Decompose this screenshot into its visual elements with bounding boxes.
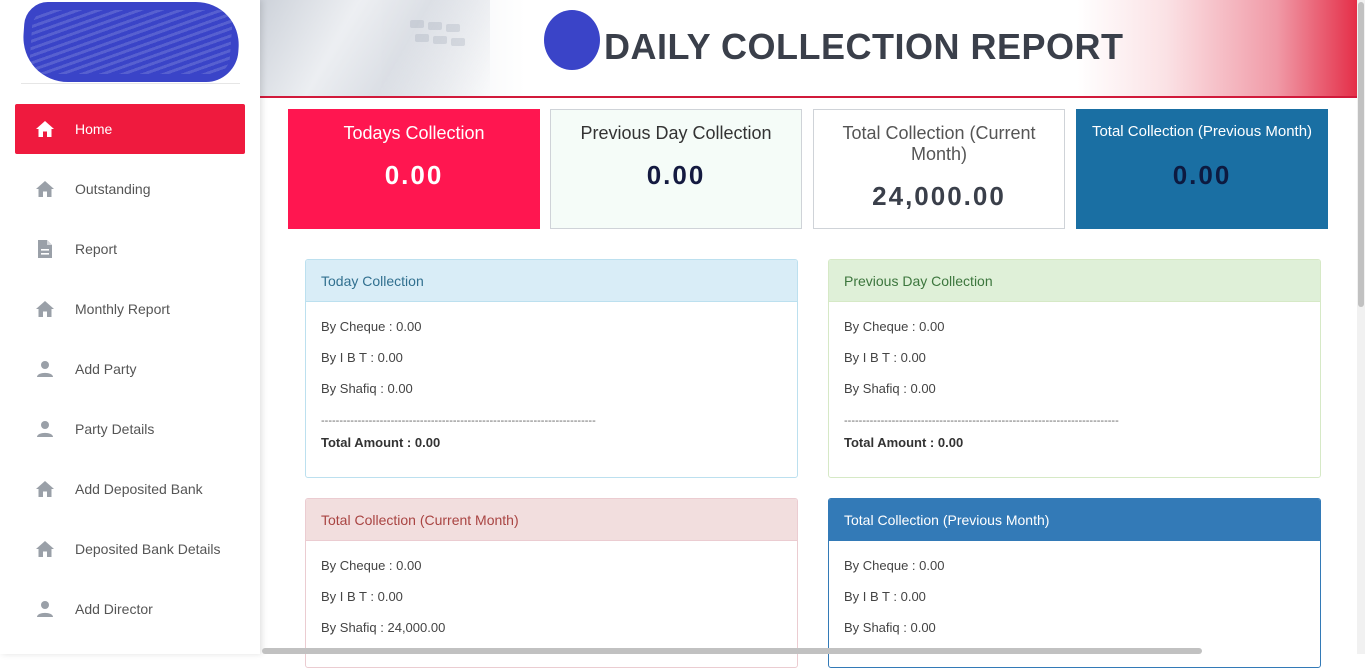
panel-total-current-month: Total Collection (Current Month) By Cheq… [305, 498, 798, 668]
calculator-key [428, 22, 442, 30]
horizontal-scrollbar-thumb[interactable] [262, 648, 1202, 654]
sidebar-nav: Home Outstanding Report Monthly Report A… [15, 104, 245, 644]
separator-line: ----------------------------------------… [321, 413, 606, 435]
sidebar-item-report[interactable]: Report [15, 224, 245, 274]
logo-redacted-image [20, 2, 242, 82]
sidebar-item-label: Monthly Report [75, 301, 170, 317]
stat-card-title: Todays Collection [289, 123, 539, 144]
sidebar: Home Outstanding Report Monthly Report A… [0, 0, 260, 654]
sidebar-item-label: Add Deposited Bank [75, 481, 203, 497]
calculator-key [446, 24, 460, 32]
sidebar-item-add-deposited-bank[interactable]: Add Deposited Bank [15, 464, 245, 514]
calculator-key [451, 38, 465, 46]
by-ibt-text: By I B T : 0.00 [844, 586, 1305, 617]
sidebar-item-home[interactable]: Home [15, 104, 245, 154]
panel-heading: Total Collection (Current Month) [306, 499, 797, 541]
home-icon [35, 479, 55, 499]
person-icon [35, 599, 55, 619]
company-logo[interactable] [21, 0, 240, 84]
panel-body: By Cheque : 0.00 By I B T : 0.00 By Shaf… [829, 302, 1320, 450]
separator-line: ----------------------------------------… [844, 413, 1129, 435]
panel-body: By Cheque : 0.00 By I B T : 0.00 By Shaf… [306, 302, 797, 450]
sidebar-item-monthly-report[interactable]: Monthly Report [15, 284, 245, 334]
calculator-key [410, 20, 424, 28]
total-amount-text: Total Amount : 0.00 [844, 435, 1305, 450]
calculator-key [433, 36, 447, 44]
panel-today-collection: Today Collection By Cheque : 0.00 By I B… [305, 259, 798, 478]
home-icon [35, 119, 55, 139]
home-icon [35, 539, 55, 559]
calculator-photo [260, 0, 490, 98]
by-cheque-text: By Cheque : 0.00 [321, 555, 782, 586]
stat-card-title: Previous Day Collection [551, 123, 801, 144]
sidebar-item-add-director[interactable]: Add Director [15, 584, 245, 634]
home-icon [35, 179, 55, 199]
stat-card-value: 24,000.00 [814, 181, 1064, 212]
by-ibt-text: By I B T : 0.00 [844, 347, 1305, 378]
sidebar-item-label: Add Party [75, 361, 136, 377]
panel-heading: Today Collection [306, 260, 797, 302]
by-shafiq-text: By Shafiq : 0.00 [844, 617, 1305, 648]
stat-card-title: Total Collection (Previous Month) [1077, 123, 1327, 140]
header-logo-redacted [544, 10, 600, 70]
sidebar-item-label: Add Director [75, 601, 153, 617]
by-cheque-text: By Cheque : 0.00 [844, 316, 1305, 347]
page-title: DAILY COLLECTION REPORT [604, 26, 1124, 68]
by-shafiq-text: By Shafiq : 0.00 [321, 378, 782, 409]
sidebar-item-label: Deposited Bank Details [75, 541, 221, 557]
by-ibt-text: By I B T : 0.00 [321, 586, 782, 617]
sidebar-item-outstanding[interactable]: Outstanding [15, 164, 245, 214]
vertical-scrollbar-thumb[interactable] [1358, 2, 1364, 307]
horizontal-scrollbar[interactable] [260, 648, 1365, 654]
panel-heading: Previous Day Collection [829, 260, 1320, 302]
sidebar-item-label: Party Details [75, 421, 154, 437]
home-icon [35, 299, 55, 319]
stat-card-total-previous-month: Total Collection (Previous Month) 0.00 [1076, 109, 1328, 229]
by-cheque-text: By Cheque : 0.00 [844, 555, 1305, 586]
by-shafiq-text: By Shafiq : 24,000.00 [321, 617, 782, 648]
panel-body: By Cheque : 0.00 By I B T : 0.00 By Shaf… [829, 541, 1320, 648]
sidebar-item-label: Outstanding [75, 181, 151, 197]
person-icon [35, 419, 55, 439]
vertical-scrollbar[interactable] [1357, 0, 1365, 654]
sidebar-item-deposited-bank-details[interactable]: Deposited Bank Details [15, 524, 245, 574]
stat-card-previous-day-collection: Previous Day Collection 0.00 [550, 109, 802, 229]
by-shafiq-text: By Shafiq : 0.00 [844, 378, 1305, 409]
panel-heading: Total Collection (Previous Month) [829, 499, 1320, 541]
by-cheque-text: By Cheque : 0.00 [321, 316, 782, 347]
panel-previous-day-collection: Previous Day Collection By Cheque : 0.00… [828, 259, 1321, 478]
person-icon [35, 359, 55, 379]
sidebar-item-add-party[interactable]: Add Party [15, 344, 245, 394]
sidebar-item-party-details[interactable]: Party Details [15, 404, 245, 454]
stat-card-title: Total Collection (Current Month) [814, 123, 1064, 165]
panel-body: By Cheque : 0.00 By I B T : 0.00 By Shaf… [306, 541, 797, 648]
stat-card-todays-collection: Todays Collection 0.00 [288, 109, 540, 229]
document-icon [35, 239, 55, 259]
panel-total-previous-month: Total Collection (Previous Month) By Che… [828, 498, 1321, 668]
page-header: DAILY COLLECTION REPORT [260, 0, 1365, 98]
sidebar-item-label: Report [75, 241, 117, 257]
stat-card-value: 0.00 [289, 160, 539, 191]
stat-card-value: 0.00 [551, 160, 801, 191]
sidebar-item-label: Home [75, 121, 112, 137]
by-ibt-text: By I B T : 0.00 [321, 347, 782, 378]
total-amount-text: Total Amount : 0.00 [321, 435, 782, 450]
stat-card-value: 0.00 [1077, 160, 1327, 191]
stat-card-total-current-month: Total Collection (Current Month) 24,000.… [813, 109, 1065, 229]
calculator-key [415, 34, 429, 42]
